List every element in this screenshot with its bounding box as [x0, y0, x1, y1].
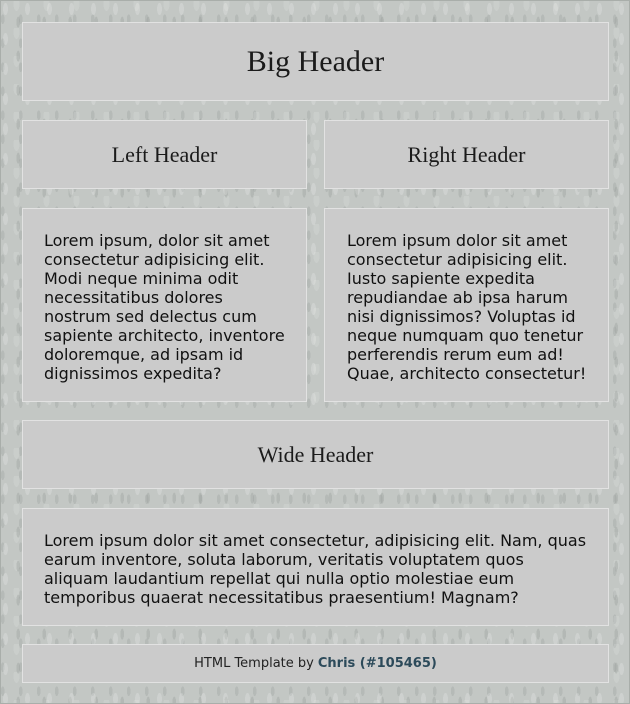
big-header-box: Big Header — [22, 22, 609, 101]
right-header-box: Right Header — [324, 120, 609, 189]
footer: HTML Template by Chris (#105465) — [22, 644, 609, 683]
left-header-box: Left Header — [22, 120, 307, 189]
right-header: Right Header — [407, 141, 526, 167]
wide-text: Lorem ipsum dolor sit amet consectetur, … — [22, 508, 609, 626]
wide-header: Wide Header — [257, 441, 374, 467]
wide-header-box: Wide Header — [22, 420, 609, 489]
big-header: Big Header — [246, 44, 385, 78]
right-text: Lorem ipsum dolor sit amet consectetur a… — [324, 208, 609, 402]
author-link[interactable]: Chris (#105465) — [318, 656, 437, 671]
footer-prefix: HTML Template by — [194, 656, 314, 671]
left-text: Lorem ipsum, dolor sit amet consectetur … — [22, 208, 307, 402]
left-header: Left Header — [111, 141, 218, 167]
